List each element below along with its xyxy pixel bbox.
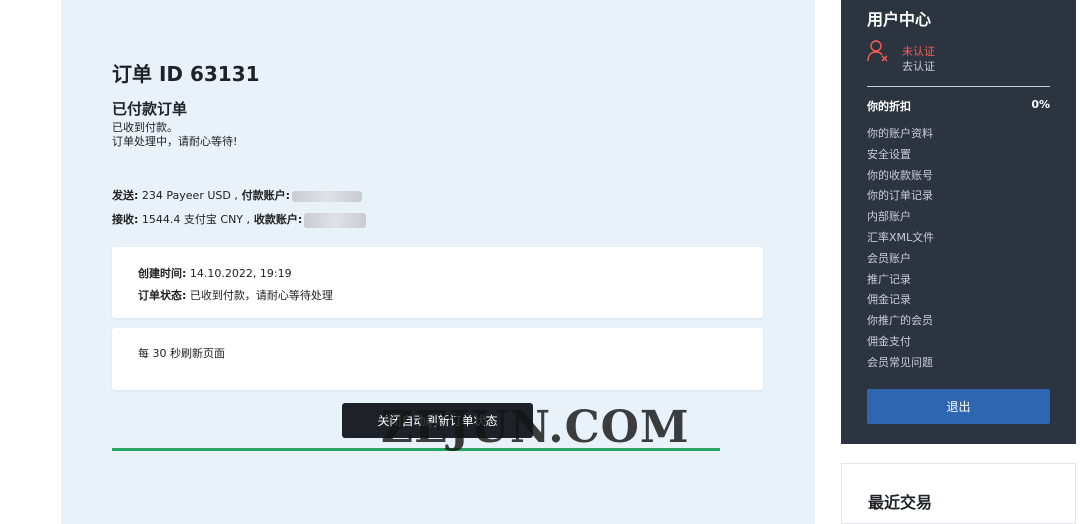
menu-item-member-account[interactable]: 会员账户 [867,252,934,273]
created-time-row: 创建时间: 14.10.2022, 19:19 [138,265,292,281]
created-time-value: 14.10.2022, 19:19 [186,267,292,280]
menu-item-referral-records[interactable]: 推广记录 [867,273,934,294]
menu-item-referred-members[interactable]: 你推广的会员 [867,314,934,335]
order-title: 订单 ID 63131 [112,62,260,86]
discount-label: 你的折扣 [867,100,911,113]
order-info-card: 创建时间: 14.10.2022, 19:19 订单状态: 已收到付款，请耐心等… [112,247,763,318]
discount-value: 0% [1031,98,1050,111]
processing-text: 订单处理中，请耐心等待! [112,135,238,148]
user-unverified-icon [867,40,889,62]
user-menu: 你的账户资料 安全设置 你的收款账号 你的订单记录 内部账户 汇率XML文件 会… [867,127,934,377]
paid-order-heading: 已付款订单 [112,100,188,118]
menu-item-member-faq[interactable]: 会员常见问题 [867,356,934,377]
redacted-payer-account [292,190,363,202]
logout-button[interactable]: 退出 [867,389,1050,424]
order-status-label: 订单状态: [138,289,187,302]
recent-transactions-panel: 最近交易 [841,463,1076,524]
menu-item-account-profile[interactable]: 你的账户资料 [867,127,934,148]
redacted-receiver-account [304,212,367,228]
send-row: 发送: 234 Payeer USD , 付款账户: [112,187,363,203]
menu-item-rates-xml[interactable]: 汇率XML文件 [867,231,934,252]
receive-amount: 1544.4 支付宝 CNY , [138,213,251,226]
recent-transactions-title: 最近交易 [868,493,933,512]
menu-item-security-settings[interactable]: 安全设置 [867,148,934,169]
created-time-label: 创建时间: [138,267,187,280]
user-center-sidebar: 用户中心 未认证 去认证 你的折扣 0% 你的账户资料 安全设置 你的收款账号 … [841,0,1076,444]
receive-row: 接收: 1544.4 支付宝 CNY , 收款账户: [112,211,367,228]
send-label: 发送: [112,189,139,202]
receive-account-label: 收款账户: [250,213,303,226]
send-amount: 234 Payeer USD , [138,189,238,202]
menu-item-order-history[interactable]: 你的订单记录 [867,189,934,210]
menu-item-internal-account[interactable]: 内部账户 [867,210,934,231]
user-center-title: 用户中心 [867,10,932,29]
menu-item-commission-records[interactable]: 佣金记录 [867,293,934,314]
order-panel: 订单 ID 63131 已付款订单 已收到付款。 订单处理中，请耐心等待! 发送… [61,0,815,524]
go-verify-link[interactable]: 去认证 [902,58,935,74]
order-status-row: 订单状态: 已收到付款，请耐心等待处理 [138,287,333,303]
order-status-value: 已收到付款，请耐心等待处理 [186,289,333,302]
menu-item-commission-payout[interactable]: 佣金支付 [867,335,934,356]
stop-auto-refresh-button[interactable]: 关闭自动刷新订单状态 [342,403,533,438]
refresh-card: 每 30 秒刷新页面 [112,328,763,390]
send-account-label: 付款账户: [237,189,291,202]
receive-label: 接收: [112,213,139,226]
refresh-progress-bar [112,448,720,451]
menu-item-receiving-accounts[interactable]: 你的收款账号 [867,169,934,190]
divider [867,86,1050,87]
refresh-interval-text: 每 30 秒刷新页面 [138,347,225,360]
refresh-progress-fill [112,448,720,451]
verification-status: 未认证 [902,45,935,58]
